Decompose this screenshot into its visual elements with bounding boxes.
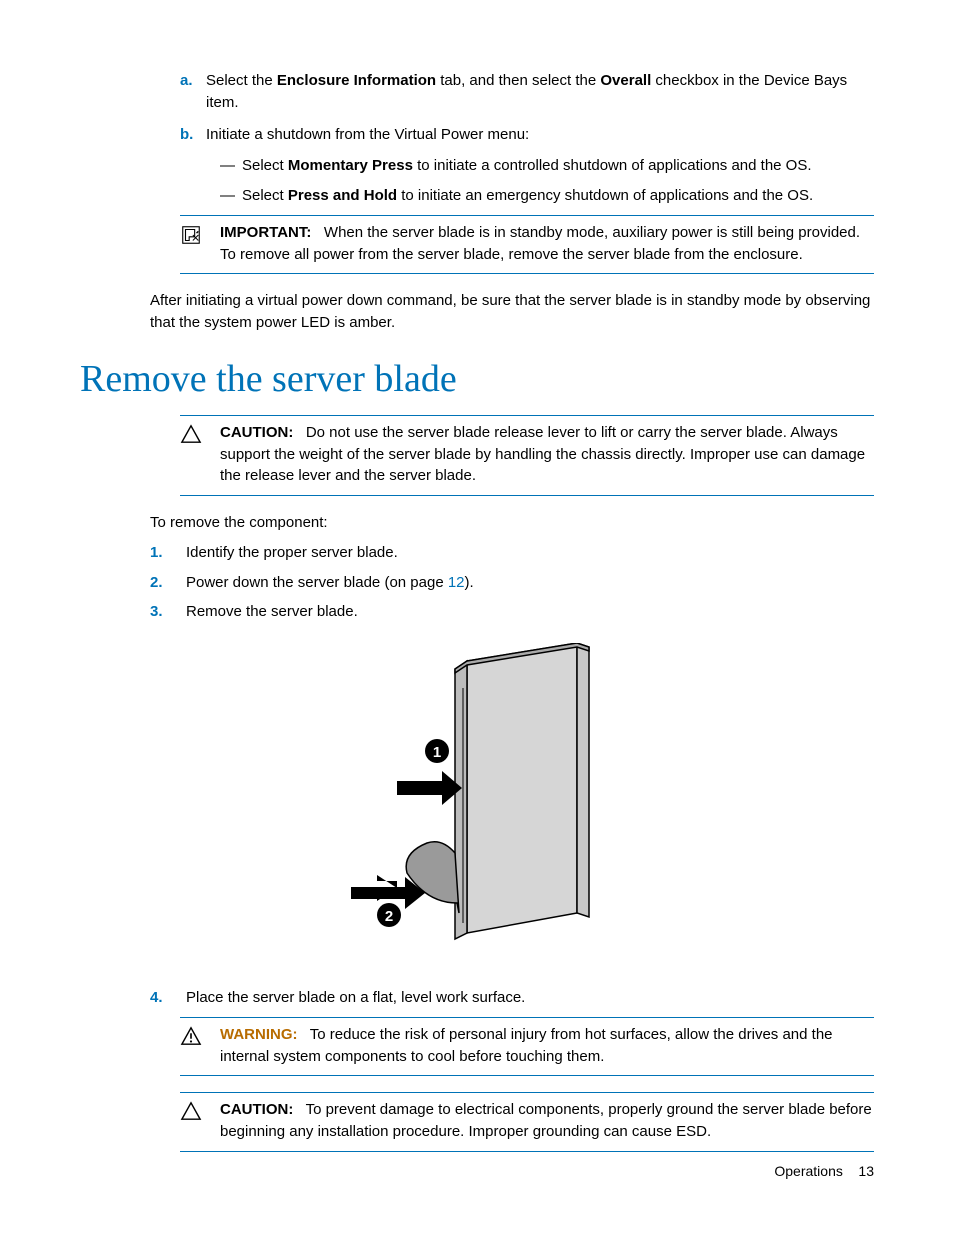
substep-marker: a. xyxy=(180,70,206,114)
text-fragment: ). xyxy=(465,574,474,591)
text-fragment: to initiate an emergency shutdown of app… xyxy=(397,187,813,204)
dash-list: — Select Momentary Press to initiate a c… xyxy=(220,155,874,207)
page-footer: Operations 13 xyxy=(774,1161,874,1181)
substep-list: a. Select the Enclosure Information tab,… xyxy=(180,70,874,145)
dash-text: Select Momentary Press to initiate a con… xyxy=(242,155,874,177)
footer-section: Operations xyxy=(774,1163,842,1179)
note-icon xyxy=(180,222,220,266)
page-link[interactable]: 12 xyxy=(448,574,465,591)
paragraph: After initiating a virtual power down co… xyxy=(150,290,874,334)
dash-marker: — xyxy=(220,155,242,177)
callout-2: 2 xyxy=(385,908,393,925)
caution-icon xyxy=(180,422,220,487)
important-note: IMPORTANT: When the server blade is in s… xyxy=(180,215,874,275)
caution-icon xyxy=(180,1099,220,1143)
callout-1: 1 xyxy=(433,744,441,761)
substep-text: Initiate a shutdown from the Virtual Pow… xyxy=(206,124,874,146)
substep-a: a. Select the Enclosure Information tab,… xyxy=(180,70,874,114)
server-blade-diagram: 1 2 xyxy=(347,643,607,963)
step-marker: 1. xyxy=(150,542,186,564)
note-body: Do not use the server blade release leve… xyxy=(220,424,865,485)
text-fragment: tab, and then select the xyxy=(436,72,600,89)
text-fragment: Power down the server blade (on page xyxy=(186,574,448,591)
warning-icon xyxy=(180,1024,220,1068)
dash-marker: — xyxy=(220,185,242,207)
step-text: Power down the server blade (on page 12)… xyxy=(186,572,874,594)
step-text: Identify the proper server blade. xyxy=(186,542,874,564)
step-item: 3. Remove the server blade. xyxy=(150,601,874,623)
note-label: WARNING: xyxy=(220,1026,298,1043)
text-fragment: to initiate a controlled shutdown of app… xyxy=(413,157,812,174)
step-text: Place the server blade on a flat, level … xyxy=(186,987,874,1009)
section-heading: Remove the server blade xyxy=(80,352,874,407)
dash-text: Select Press and Hold to initiate an eme… xyxy=(242,185,874,207)
note-text: CAUTION: To prevent damage to electrical… xyxy=(220,1099,874,1143)
step-list: 1. Identify the proper server blade. 2. … xyxy=(150,542,874,623)
substep-b: b. Initiate a shutdown from the Virtual … xyxy=(180,124,874,146)
note-text: WARNING: To reduce the risk of personal … xyxy=(220,1024,874,1068)
diagram-container: 1 2 xyxy=(80,643,874,963)
step-marker: 2. xyxy=(150,572,186,594)
text-bold: Momentary Press xyxy=(288,157,413,174)
text-fragment: Select the xyxy=(206,72,277,89)
note-body: To reduce the risk of personal injury fr… xyxy=(220,1026,833,1065)
note-label: IMPORTANT: xyxy=(220,224,311,241)
text-fragment: Select xyxy=(242,157,288,174)
step-marker: 3. xyxy=(150,601,186,623)
substep-text: Select the Enclosure Information tab, an… xyxy=(206,70,874,114)
text-fragment: Select xyxy=(242,187,288,204)
step-item: 2. Power down the server blade (on page … xyxy=(150,572,874,594)
note-text: CAUTION: Do not use the server blade rel… xyxy=(220,422,874,487)
step-item: 1. Identify the proper server blade. xyxy=(150,542,874,564)
dash-item: — Select Press and Hold to initiate an e… xyxy=(220,185,874,207)
text-bold: Enclosure Information xyxy=(277,72,436,89)
caution-note: CAUTION: To prevent damage to electrical… xyxy=(180,1092,874,1152)
note-text: IMPORTANT: When the server blade is in s… xyxy=(220,222,874,266)
note-label: CAUTION: xyxy=(220,1101,293,1118)
step-text: Remove the server blade. xyxy=(186,601,874,623)
note-label: CAUTION: xyxy=(220,424,293,441)
footer-page: 13 xyxy=(858,1163,874,1179)
warning-note: WARNING: To reduce the risk of personal … xyxy=(180,1017,874,1077)
text-bold: Press and Hold xyxy=(288,187,397,204)
step-marker: 4. xyxy=(150,987,186,1009)
note-body: To prevent damage to electrical componen… xyxy=(220,1101,872,1140)
caution-note: CAUTION: Do not use the server blade rel… xyxy=(180,415,874,496)
dash-item: — Select Momentary Press to initiate a c… xyxy=(220,155,874,177)
paragraph: To remove the component: xyxy=(150,512,874,534)
step-item: 4. Place the server blade on a flat, lev… xyxy=(150,987,874,1009)
substep-marker: b. xyxy=(180,124,206,146)
step-list-cont: 4. Place the server blade on a flat, lev… xyxy=(150,987,874,1009)
text-bold: Overall xyxy=(600,72,651,89)
